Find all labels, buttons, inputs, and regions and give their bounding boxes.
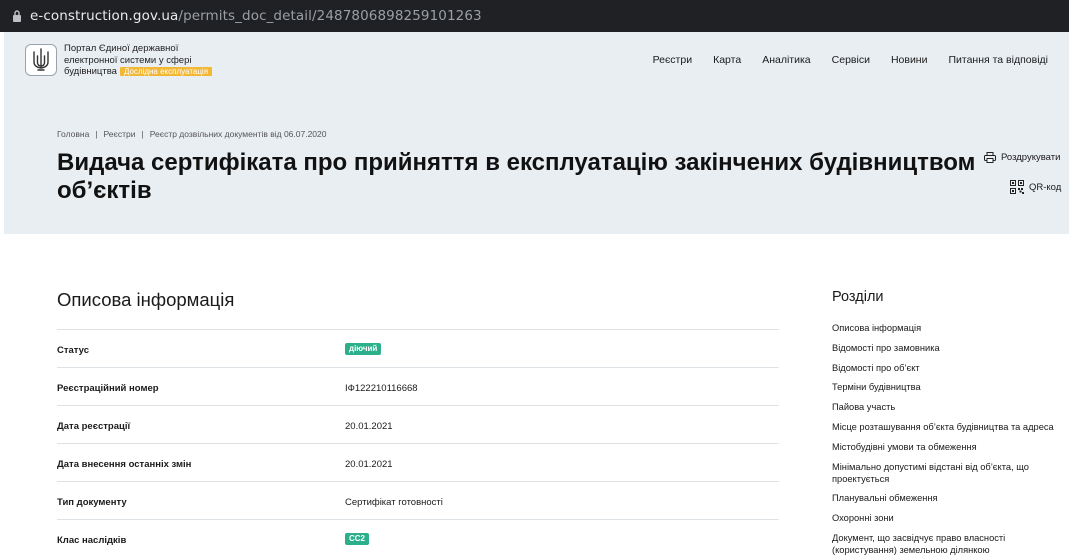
nav-analytics[interactable]: Аналітика: [762, 54, 810, 66]
trident-icon: [33, 48, 49, 71]
row-value-reg-date: 20.01.2021: [345, 421, 393, 432]
nav-news[interactable]: Новини: [891, 54, 928, 66]
breadcrumb-home[interactable]: Головна: [57, 129, 89, 139]
sidebar-item[interactable]: Описова інформація: [832, 322, 1068, 334]
qr-code-button[interactable]: QR-код: [1010, 180, 1061, 194]
print-label: Роздрукувати: [1001, 152, 1061, 163]
table-row: Дата внесення останніх змін 20.01.2021: [57, 443, 779, 481]
row-label-consequence-class: Клас наслідків: [57, 535, 127, 546]
sidebar-item[interactable]: Відомості про об’єкт: [832, 362, 1068, 374]
sidebar-item[interactable]: Місце розташування об’єкта будівництва т…: [832, 421, 1068, 433]
page: Портал Єдиної державної електронної сист…: [4, 32, 1069, 560]
row-value-last-change: 20.01.2021: [345, 459, 393, 470]
sections-nav: Описова інформація Відомості про замовни…: [832, 322, 1068, 560]
table-row: Реєстраційний номер ІФ122210116668: [57, 367, 779, 405]
page-title: Видача сертифіката про прийняття в експл…: [57, 149, 976, 204]
sidebar-item[interactable]: Мінімально допустимі відстані від об’єкт…: [832, 461, 1068, 485]
site-header: Портал Єдиної державної електронної сист…: [4, 32, 1069, 88]
row-label-status: Статус: [57, 345, 90, 356]
sidebar-item[interactable]: Планувальні обмеження: [832, 492, 1068, 504]
print-button[interactable]: Роздрукувати: [984, 152, 1060, 163]
printer-icon: [984, 152, 996, 163]
table-row: Статус діючий: [57, 329, 779, 367]
sidebar-item[interactable]: Охоронні зони: [832, 512, 1068, 524]
section-title: Описова інформація: [57, 289, 235, 310]
table-row: Дата реєстрації 20.01.2021: [57, 405, 779, 443]
sidebar-item[interactable]: Пайова участь: [832, 401, 1068, 413]
url-text[interactable]: e-construction.gov.ua/permits_doc_detail…: [30, 8, 482, 24]
row-label-last-change: Дата внесення останніх змін: [57, 459, 192, 470]
sidebar-item[interactable]: Відомості про замовника: [832, 342, 1068, 354]
table-row: Клас наслідків СС2: [57, 519, 779, 557]
info-table: Статус діючий Реєстраційний номер ІФ1222…: [57, 329, 779, 557]
breadcrumb-separator: |: [95, 129, 98, 139]
row-label-reg-date: Дата реєстрації: [57, 421, 131, 432]
nav-registries[interactable]: Реєстри: [653, 54, 693, 66]
breadcrumb-separator: |: [141, 129, 144, 139]
nav-services[interactable]: Сервіси: [832, 54, 870, 66]
qr-code-icon: [1010, 180, 1024, 194]
sidebar-item[interactable]: Терміни будівництва: [832, 381, 1068, 393]
lock-icon: [13, 10, 21, 22]
main-nav: Реєстри Карта Аналітика Сервіси Новини П…: [653, 54, 1048, 66]
trident-logo[interactable]: [25, 44, 57, 76]
sidebar-item[interactable]: Документ, що засвідчує право власності (…: [832, 532, 1068, 556]
nav-map[interactable]: Карта: [713, 54, 741, 66]
status-badge: діючий: [345, 343, 382, 355]
table-row: Тип документу Сертифікат готовності: [57, 481, 779, 519]
qr-code-label: QR-код: [1029, 181, 1062, 193]
breadcrumb: Головна | Реєстри | Реєстр дозвільних до…: [57, 129, 327, 139]
nav-faq[interactable]: Питання та відповіді: [948, 54, 1048, 66]
beta-badge: Дослідна експлуатація: [119, 67, 213, 76]
breadcrumb-current[interactable]: Реєстр дозвільних документів від 06.07.2…: [150, 129, 327, 139]
url-host: e-construction.gov.ua: [30, 8, 179, 24]
row-label-doc-type: Тип документу: [57, 497, 127, 508]
url-path: /permits_doc_detail/2487806898259101263: [178, 8, 482, 24]
browser-url-bar[interactable]: e-construction.gov.ua/permits_doc_detail…: [0, 0, 1069, 32]
row-value-reg-number: ІФ122210116668: [345, 383, 418, 394]
sidebar-title: Розділи: [832, 289, 884, 305]
portal-name[interactable]: Портал Єдиної державної електронної сист…: [64, 43, 234, 78]
row-label-reg-number: Реєстраційний номер: [57, 383, 159, 394]
consequence-class-badge: СС2: [345, 533, 370, 545]
sidebar-item[interactable]: Містобудівні умови та обмеження: [832, 441, 1068, 453]
page-hero: Головна | Реєстри | Реєстр дозвільних до…: [4, 88, 1069, 234]
breadcrumb-registries[interactable]: Реєстри: [104, 129, 136, 139]
row-value-doc-type: Сертифікат готовності: [345, 497, 443, 508]
